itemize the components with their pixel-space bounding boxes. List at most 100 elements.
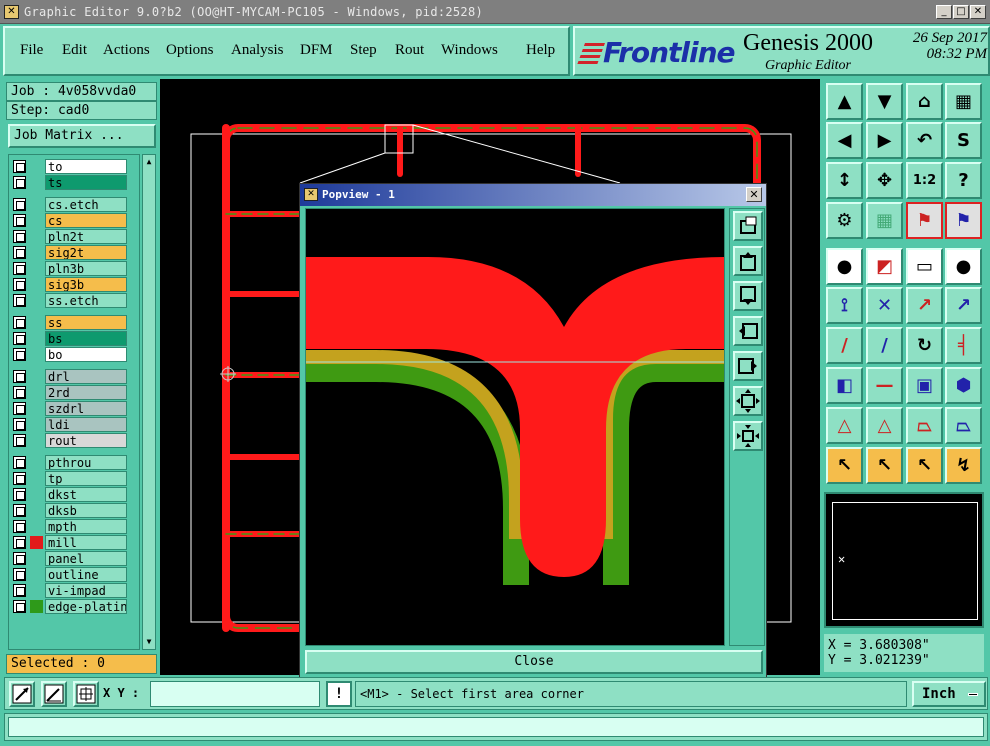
layer-row[interactable]: sig3b (9, 277, 139, 292)
pan-right-icon[interactable] (733, 351, 763, 381)
overview-map[interactable]: ✕ (824, 492, 984, 628)
select-arrow-icon[interactable]: ↖ (826, 447, 863, 484)
region-icon[interactable]: ◩ (866, 248, 903, 285)
layer-row[interactable]: pthrou (9, 455, 139, 470)
menu-rout[interactable]: Rout (395, 42, 424, 59)
layer-row[interactable]: panel (9, 551, 139, 566)
window-titlebar[interactable]: ✕ Graphic Editor 9.0?b2 (OO@HT-MYCAM-PC1… (0, 0, 990, 24)
layer-row[interactable]: dkst (9, 487, 139, 502)
layer-row[interactable]: to (9, 159, 139, 174)
popview-canvas[interactable] (305, 208, 725, 646)
home-icon[interactable]: ⌂ (906, 83, 943, 120)
layer-checkbox[interactable] (13, 230, 26, 243)
job-matrix-button[interactable]: Job Matrix ... (8, 124, 156, 148)
layer-name[interactable]: dksb (45, 503, 127, 518)
move-down-icon[interactable]: ▼ (866, 83, 903, 120)
layer-checkbox[interactable] (13, 402, 26, 415)
help-icon[interactable]: ? (945, 162, 982, 199)
popview-close-button[interactable]: Close (305, 650, 763, 674)
move-up-icon[interactable]: ▲ (826, 83, 863, 120)
pad-add-icon[interactable]: ◧ (826, 367, 863, 404)
layer-checkbox[interactable] (13, 176, 26, 189)
layer-name[interactable]: 2rd (45, 385, 127, 400)
layer-row[interactable]: mpth (9, 519, 139, 534)
layer-scrollbar[interactable]: ▲ ▼ (142, 154, 156, 650)
layer-row[interactable]: rout (9, 433, 139, 448)
layer-row[interactable]: tp (9, 471, 139, 486)
layer-row[interactable]: outline (9, 567, 139, 582)
layer-name[interactable]: to (45, 159, 127, 174)
layer-checkbox[interactable] (13, 552, 26, 565)
layer-row[interactable]: ldi (9, 417, 139, 432)
scroll-down-icon[interactable]: ▼ (144, 637, 154, 647)
layer-checkbox[interactable] (13, 262, 26, 275)
layer-name[interactable]: pthrou (45, 455, 127, 470)
layer-name[interactable]: pln3b (45, 261, 127, 276)
cross-icon[interactable]: ✕ (866, 287, 903, 324)
move-left-icon[interactable]: ◀ (826, 122, 863, 159)
grid-frame-icon[interactable]: ▦ (945, 83, 982, 120)
fit-vertical-icon[interactable]: ↕ (826, 162, 863, 199)
layer-row[interactable]: drl (9, 369, 139, 384)
layer-name[interactable]: vi-impad (45, 583, 127, 598)
scroll-up-icon[interactable]: ▲ (144, 157, 154, 167)
grid-snap-icon[interactable] (73, 681, 99, 707)
layer-name[interactable]: cs.etch (45, 197, 127, 212)
zoom-out-icon[interactable] (733, 421, 763, 451)
triangle-cut-icon[interactable]: △ (866, 407, 903, 444)
layer-name[interactable]: tp (45, 471, 127, 486)
layer-row[interactable]: ts (9, 175, 139, 190)
select-poly-icon[interactable]: ↖ (906, 447, 943, 484)
layer-checkbox[interactable] (13, 568, 26, 581)
layer-name[interactable]: sig2t (45, 245, 127, 260)
layers-red-icon[interactable]: ⚑ (906, 202, 943, 239)
select-box-icon[interactable]: ↖ (866, 447, 903, 484)
layer-name[interactable]: szdrl (45, 401, 127, 416)
layer-name[interactable]: mill (45, 535, 127, 550)
layer-row[interactable]: mill (9, 535, 139, 550)
layer-row[interactable]: pln2t (9, 229, 139, 244)
zoom-fit-icon[interactable] (733, 211, 763, 241)
layer-checkbox[interactable] (13, 584, 26, 597)
menu-options[interactable]: Options (166, 42, 214, 59)
layer-checkbox[interactable] (13, 214, 26, 227)
zoom-window-icon[interactable] (9, 681, 35, 707)
snap-icon[interactable]: S (945, 122, 982, 159)
layer-name[interactable]: bo (45, 347, 127, 362)
layer-name[interactable]: edge-plating (45, 599, 127, 614)
line-mid-icon[interactable]: — (866, 367, 903, 404)
square-icon[interactable]: ▣ (906, 367, 943, 404)
layers-blue-icon[interactable]: ⚑ (945, 202, 982, 239)
layer-row[interactable]: dksb (9, 503, 139, 518)
layer-name[interactable]: drl (45, 369, 127, 384)
rotate-icon[interactable]: ↻ (906, 327, 943, 364)
layer-name[interactable]: panel (45, 551, 127, 566)
measure-icon[interactable] (41, 681, 67, 707)
menu-help[interactable]: Help (526, 42, 555, 59)
menu-windows[interactable]: Windows (441, 42, 498, 59)
layer-row[interactable]: szdrl (9, 401, 139, 416)
layer-checkbox[interactable] (13, 348, 26, 361)
layer-row[interactable]: 2rd (9, 385, 139, 400)
connect-icon[interactable]: ⟟ (826, 287, 863, 324)
menu-analysis[interactable]: Analysis (231, 42, 284, 59)
layer-checkbox[interactable] (13, 160, 26, 173)
route-icon[interactable]: ↗ (906, 287, 943, 324)
pan-down-icon[interactable] (733, 281, 763, 311)
layer-checkbox[interactable] (13, 520, 26, 533)
layer-name[interactable]: cs (45, 213, 127, 228)
menu-actions[interactable]: Actions (103, 42, 150, 59)
grid-icon[interactable]: ▦ (866, 202, 903, 239)
close-window-button[interactable]: ✕ (970, 5, 986, 19)
select-net-icon[interactable]: ↯ (945, 447, 982, 484)
layer-name[interactable]: outline (45, 567, 127, 582)
layer-name[interactable]: bs (45, 331, 127, 346)
layer-checkbox[interactable] (13, 246, 26, 259)
layer-checkbox[interactable] (13, 456, 26, 469)
layer-row[interactable]: cs (9, 213, 139, 228)
layer-checkbox[interactable] (13, 600, 26, 613)
circle-icon[interactable]: ● (945, 248, 982, 285)
layer-row[interactable]: bs (9, 331, 139, 346)
minimize-button[interactable]: _ (936, 5, 952, 19)
layer-checkbox[interactable] (13, 294, 26, 307)
